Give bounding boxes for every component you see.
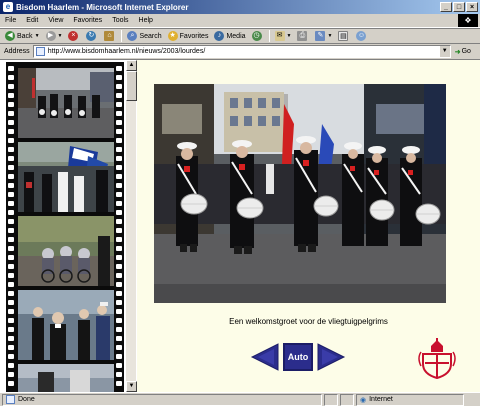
auto-play-button[interactable]: Auto — [283, 343, 313, 371]
diocese-crest-icon — [418, 338, 456, 380]
scroll-down-button[interactable]: ▼ — [126, 381, 137, 392]
toolbar-separator — [121, 30, 123, 42]
search-label: Search — [139, 32, 162, 40]
discuss-button[interactable]: ▤ — [335, 29, 353, 43]
media-label: Media — [226, 32, 246, 40]
forward-button[interactable]: ▶ ▼ — [43, 29, 66, 43]
menu-edit[interactable]: Edit — [21, 17, 43, 24]
refresh-icon: ↻ — [86, 31, 97, 41]
menu-file[interactable]: File — [0, 17, 21, 24]
window-controls: _ □ × — [440, 2, 478, 12]
menu-bar: File Edit View Favorites Tools Help ❖ — [0, 14, 480, 28]
address-label: Address — [4, 48, 30, 55]
stop-icon: × — [68, 31, 79, 41]
messenger-button[interactable]: ☺ — [353, 29, 371, 43]
history-button[interactable]: ◷ — [249, 29, 267, 43]
messenger-icon: ☺ — [356, 31, 367, 41]
status-bar: Done ◉ Internet — [0, 392, 480, 406]
back-label: Back — [17, 32, 33, 40]
forward-dropdown-icon[interactable]: ▼ — [58, 33, 63, 39]
page-done-icon — [6, 395, 15, 404]
close-button[interactable]: × — [466, 2, 478, 12]
favorites-label: Favorites — [179, 32, 209, 40]
address-input[interactable]: http://www.bisdomhaarlem.nl/nieuws/2003/… — [32, 45, 451, 58]
toolbar-separator — [268, 30, 270, 42]
mail-button[interactable]: ✉ ▼ — [272, 29, 295, 43]
forward-arrow-icon: ▶ — [45, 31, 56, 41]
thumbnail-4[interactable] — [18, 290, 114, 360]
thumbnail-2[interactable] — [18, 142, 114, 212]
history-icon: ◷ — [251, 31, 262, 41]
discuss-icon: ▤ — [338, 31, 349, 41]
menu-favorites[interactable]: Favorites — [68, 17, 107, 24]
toolbar: ◀ Back ▼ ▶ ▼ × ↻ ⌂ ⌕ Search ★ Favorites … — [0, 28, 480, 44]
address-url: http://www.bisdomhaarlem.nl/nieuws/2003/… — [47, 48, 206, 55]
slideshow-pane: Een welkomstgroet voor de vliegtuigpelgr… — [137, 60, 480, 392]
search-icon: ⌕ — [127, 31, 138, 41]
thumbnail-3[interactable] — [18, 216, 114, 286]
window-title: Bisdom Haarlem - Microsoft Internet Expl… — [16, 2, 189, 12]
address-dropdown-icon[interactable]: ▼ — [439, 46, 450, 57]
search-button[interactable]: ⌕ Search — [124, 29, 164, 43]
thumbnail-1[interactable] — [18, 68, 114, 138]
edit-dropdown-icon[interactable]: ▼ — [327, 33, 332, 39]
go-label: Go — [461, 48, 471, 55]
menu-tools[interactable]: Tools — [107, 17, 133, 24]
print-button[interactable]: ⎙ — [294, 29, 312, 43]
media-icon: ♪ — [214, 31, 225, 41]
windows-logo-icon: ❖ — [458, 14, 478, 27]
next-arrow-icon[interactable] — [316, 342, 346, 372]
minimize-button[interactable]: _ — [440, 2, 452, 12]
title-bar: e Bisdom Haarlem - Microsoft Internet Ex… — [0, 0, 480, 14]
main-photo — [154, 84, 446, 303]
mail-dropdown-icon[interactable]: ▼ — [287, 33, 292, 39]
slideshow-nav: Auto — [250, 342, 346, 372]
menu-view[interactable]: View — [43, 17, 68, 24]
menu-help[interactable]: Help — [134, 17, 158, 24]
back-button[interactable]: ◀ Back ▼ — [2, 29, 43, 43]
filmstrip — [6, 62, 124, 392]
page-content: ▲ ▼ Een welkomstgroet voor de vliegtuigp… — [0, 60, 480, 392]
go-arrow-icon: ➜ — [454, 48, 461, 56]
back-arrow-icon: ◀ — [5, 31, 15, 41]
status-cell-empty-2 — [340, 393, 354, 406]
back-dropdown-icon[interactable]: ▼ — [35, 33, 40, 39]
filmstrip-scrollbar[interactable]: ▲ ▼ — [125, 60, 137, 392]
status-text-cell: Done — [2, 393, 322, 406]
favorites-button[interactable]: ★ Favorites — [165, 29, 212, 43]
previous-arrow-icon[interactable] — [250, 342, 280, 372]
internet-globe-icon: ◉ — [360, 396, 367, 404]
go-button[interactable]: ➜ Go — [455, 48, 471, 56]
filmstrip-sprockets-right — [115, 62, 123, 392]
filmstrip-pane — [2, 60, 125, 392]
filmstrip-sprockets-left — [7, 62, 15, 392]
edit-page-icon: ✎ — [315, 31, 326, 41]
edit-button[interactable]: ✎ ▼ — [312, 29, 335, 43]
home-button[interactable]: ⌂ — [101, 29, 119, 43]
mail-icon: ✉ — [274, 31, 285, 41]
page-icon — [35, 47, 45, 56]
favorites-star-icon: ★ — [167, 31, 178, 41]
zone-text: Internet — [369, 396, 393, 403]
refresh-button[interactable]: ↻ — [83, 29, 101, 43]
address-bar: Address http://www.bisdomhaarlem.nl/nieu… — [0, 44, 480, 60]
home-icon: ⌂ — [104, 31, 115, 41]
zone-cell: ◉ Internet — [356, 393, 464, 406]
stop-button[interactable]: × — [65, 29, 83, 43]
status-cell-empty-1 — [324, 393, 338, 406]
scroll-thumb[interactable] — [126, 71, 137, 101]
media-button[interactable]: ♪ Media — [211, 29, 248, 43]
scroll-up-button[interactable]: ▲ — [126, 60, 137, 71]
status-text: Done — [18, 396, 35, 403]
photo-caption: Een welkomstgroet voor de vliegtuigpelgr… — [229, 317, 388, 326]
ie-icon: e — [3, 2, 13, 12]
print-icon: ⎙ — [297, 31, 308, 41]
maximize-button[interactable]: □ — [453, 2, 465, 12]
thumbnail-5[interactable] — [18, 364, 114, 392]
